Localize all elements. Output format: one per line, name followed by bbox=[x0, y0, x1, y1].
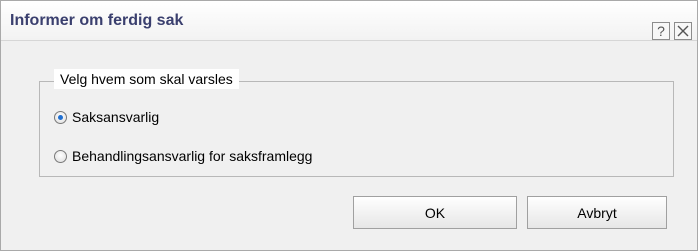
help-icon: ? bbox=[657, 23, 665, 39]
radio-label: Behandlingsansvarlig for saksframlegg bbox=[72, 148, 313, 164]
cancel-button[interactable]: Avbryt bbox=[527, 196, 667, 229]
radio-button[interactable] bbox=[54, 149, 67, 163]
help-button[interactable]: ? bbox=[652, 22, 670, 40]
close-icon bbox=[677, 25, 689, 37]
dialog-title: Informer om ferdig sak bbox=[10, 12, 184, 29]
ok-button[interactable]: OK bbox=[353, 196, 517, 229]
radio-button[interactable] bbox=[54, 110, 67, 124]
notify-dialog: Informer om ferdig sak ? Velg hvem som s… bbox=[0, 0, 698, 251]
fieldset-legend: Velg hvem som skal varsles bbox=[54, 69, 239, 89]
radio-option-behandlingsansvarlig[interactable]: Behandlingsansvarlig for saksframlegg bbox=[54, 146, 312, 166]
radio-label: Saksansvarlig bbox=[72, 109, 160, 125]
dialog-titlebar: Informer om ferdig sak ? bbox=[1, 1, 697, 41]
close-button[interactable] bbox=[674, 22, 692, 40]
radio-option-saksansvarlig[interactable]: Saksansvarlig bbox=[54, 107, 159, 127]
